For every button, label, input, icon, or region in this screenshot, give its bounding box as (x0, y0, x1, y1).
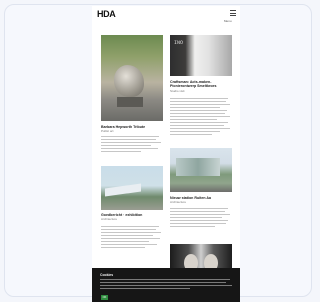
text-line (170, 113, 225, 115)
text-line (101, 235, 153, 237)
cookie-accept-button[interactable]: OK (101, 295, 108, 300)
article-meta: Public art (101, 129, 114, 133)
cookie-text-line (100, 288, 190, 290)
cookie-banner: Cookies OK (92, 268, 240, 302)
text-line (101, 142, 161, 144)
article-meta: Architecture (170, 200, 187, 204)
text-line (101, 145, 151, 147)
text-line (101, 226, 159, 228)
text-line (170, 107, 220, 109)
site-logo[interactable]: HDA (97, 9, 116, 19)
text-line (170, 226, 215, 228)
text-line (170, 125, 224, 127)
text-line (101, 148, 158, 150)
text-line (170, 131, 220, 133)
article-title[interactable]: Craftsman: Acts-maken-Pionierontwerp Sme… (170, 80, 232, 89)
text-line (170, 119, 217, 121)
article-image-sculpture[interactable] (101, 35, 163, 121)
cookie-text-line (100, 285, 232, 287)
text-line (170, 122, 228, 124)
article-meta: Studio visit (170, 89, 185, 93)
cookie-text-line (100, 282, 226, 284)
text-line (170, 217, 222, 219)
text-line (170, 116, 230, 118)
article-meta: Architecture (101, 217, 118, 221)
text-line (170, 110, 227, 112)
text-line (101, 136, 159, 138)
mobile-page: HDA Menu Barbara Hepworth Tribute Public… (92, 6, 240, 302)
text-line (101, 247, 145, 249)
text-line (170, 220, 228, 222)
text-line (101, 229, 156, 231)
text-line (101, 238, 160, 240)
text-line (170, 208, 228, 210)
text-line (170, 214, 230, 216)
text-line (170, 223, 226, 225)
text-line (101, 244, 157, 246)
article-image-studio[interactable]: INO (170, 35, 232, 76)
cookie-text-line (100, 279, 230, 281)
text-line (170, 98, 228, 100)
text-line (101, 151, 141, 153)
text-line (170, 101, 226, 103)
text-line (170, 211, 225, 213)
cookie-title: Cookies (100, 273, 114, 277)
text-line (170, 104, 230, 106)
text-line (170, 134, 212, 136)
hamburger-menu-icon[interactable] (228, 9, 238, 19)
text-line (101, 139, 156, 141)
text-line (101, 241, 149, 243)
article-image-station[interactable] (170, 148, 232, 192)
menu-label[interactable]: Menu (224, 19, 232, 23)
article-image-building[interactable] (101, 166, 163, 210)
text-line (101, 232, 161, 234)
text-line (170, 128, 230, 130)
